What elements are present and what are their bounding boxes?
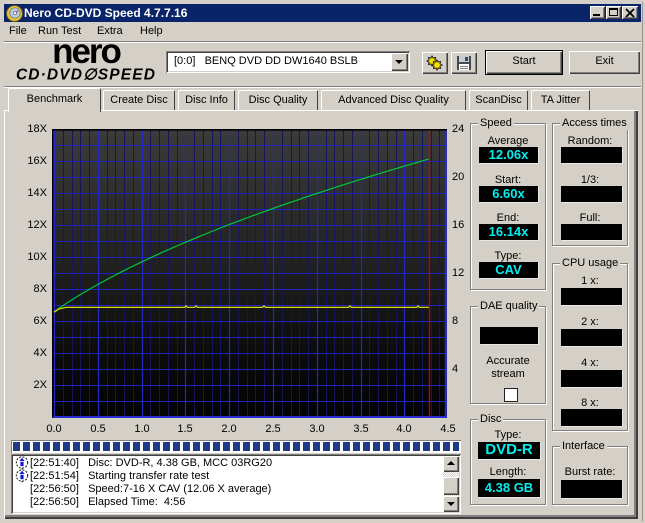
svg-text:CD·DVD∅SPEED: CD·DVD∅SPEED (16, 67, 156, 83)
